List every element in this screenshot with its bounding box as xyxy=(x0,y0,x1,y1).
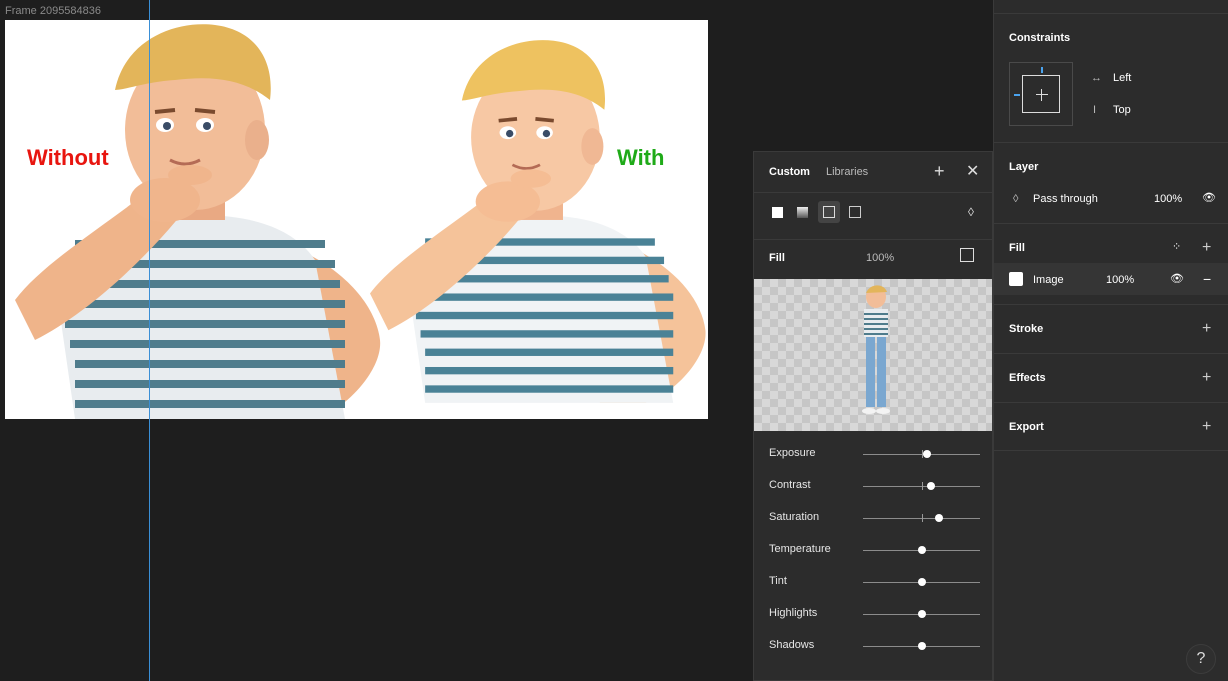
adjustment-slider-knob[interactable] xyxy=(917,610,926,618)
caption-without: Without xyxy=(27,145,109,170)
close-icon[interactable]: ✕ xyxy=(966,161,979,181)
fill-mode-dropdown[interactable]: Fill xyxy=(769,252,785,264)
rotate-icon[interactable] xyxy=(960,248,974,262)
add-effect-icon[interactable]: + xyxy=(1202,370,1211,386)
add-fill-icon[interactable]: + xyxy=(1202,240,1211,256)
fill-eye-icon[interactable]: 👁 xyxy=(1170,272,1184,285)
stroke-title: Stroke xyxy=(1009,323,1044,335)
horizontal-constraint-dropdown[interactable]: Left xyxy=(1113,72,1131,84)
fill-item-label[interactable]: Image xyxy=(1033,274,1064,286)
tab-custom[interactable]: Custom xyxy=(769,166,810,178)
blend-icon: ◊ xyxy=(1013,193,1019,205)
adjustment-slider-knob[interactable] xyxy=(923,450,932,458)
gradient-fill-icon[interactable] xyxy=(797,207,808,218)
vertical-constraint-dropdown[interactable]: Top xyxy=(1113,104,1131,116)
adjustment-row: Temperature xyxy=(769,542,981,558)
add-stroke-icon[interactable]: + xyxy=(1202,321,1211,337)
frame-label[interactable]: Frame 2095584836 xyxy=(5,5,101,17)
adjustment-row: Exposure xyxy=(769,446,981,462)
solid-fill-icon[interactable] xyxy=(772,207,783,218)
add-icon[interactable]: + xyxy=(934,161,945,182)
fill-item-opacity[interactable]: 100% xyxy=(1106,274,1134,286)
adjustment-row: Tint xyxy=(769,574,981,590)
guide-line[interactable] xyxy=(149,0,150,681)
slider-center-tick xyxy=(921,450,923,458)
adjustment-slider-knob[interactable] xyxy=(917,546,926,554)
effects-title: Effects xyxy=(1009,372,1046,384)
slider-center-tick xyxy=(921,514,923,522)
layer-title: Layer xyxy=(1009,161,1039,173)
fill-picker-panel: Custom Libraries + ✕ ◊ Fill 100% Exposur… xyxy=(753,151,993,681)
adjustment-label: Contrast xyxy=(769,479,811,491)
layer-opacity[interactable]: 100% xyxy=(1154,193,1182,205)
character-illustration-with xyxy=(370,40,706,403)
adjustment-label: Tint xyxy=(769,575,787,587)
add-export-icon[interactable]: + xyxy=(1202,419,1211,435)
adjustment-label: Saturation xyxy=(769,511,820,523)
adjustment-label: Shadows xyxy=(769,639,815,651)
image-fill-icon[interactable] xyxy=(818,201,840,223)
help-button[interactable]: ? xyxy=(1186,644,1216,674)
video-fill-icon[interactable] xyxy=(849,206,861,218)
horizontal-constraint-icon: ↔ xyxy=(1091,72,1102,84)
eye-icon[interactable]: 👁 xyxy=(1202,191,1216,204)
adjustment-slider-knob[interactable] xyxy=(917,642,926,650)
adjustment-row: Contrast xyxy=(769,478,981,494)
adjustment-slider-knob[interactable] xyxy=(917,578,926,586)
adjustment-label: Exposure xyxy=(769,447,816,459)
image-thumbnail-icon[interactable] xyxy=(1009,272,1023,286)
fill-title: Fill xyxy=(1009,242,1025,254)
blend-mode-dropdown[interactable]: Pass through xyxy=(1033,193,1098,205)
adjustment-label: Temperature xyxy=(769,543,831,555)
adjustment-slider-knob[interactable] xyxy=(935,514,944,522)
constraints-widget[interactable] xyxy=(1009,62,1073,126)
tab-libraries[interactable]: Libraries xyxy=(826,166,868,178)
slider-center-tick xyxy=(921,482,923,490)
export-title: Export xyxy=(1009,421,1044,433)
character-thumbnail xyxy=(862,285,890,414)
remove-fill-icon[interactable]: − xyxy=(1203,271,1211,287)
styles-icon[interactable]: ⁘ xyxy=(1172,240,1181,253)
blend-mode-icon[interactable]: ◊ xyxy=(968,205,974,219)
constraints-title: Constraints xyxy=(1009,32,1071,44)
image-preview[interactable] xyxy=(754,279,992,431)
caption-with: With xyxy=(617,145,665,170)
adjustment-slider-knob[interactable] xyxy=(926,482,935,490)
vertical-constraint-icon: I xyxy=(1093,104,1097,116)
adjustment-label: Highlights xyxy=(769,607,818,619)
adjustment-row: Shadows xyxy=(769,638,981,654)
frame-canvas[interactable]: Without With xyxy=(5,20,708,419)
properties-panel: Constraints ↔ Left I Top Layer ◊ Pass th… xyxy=(993,0,1228,681)
adjustment-row: Highlights xyxy=(769,606,981,622)
adjustment-row: Saturation xyxy=(769,510,981,526)
fill-opacity[interactable]: 100% xyxy=(866,252,894,264)
character-illustration-without xyxy=(15,24,381,419)
